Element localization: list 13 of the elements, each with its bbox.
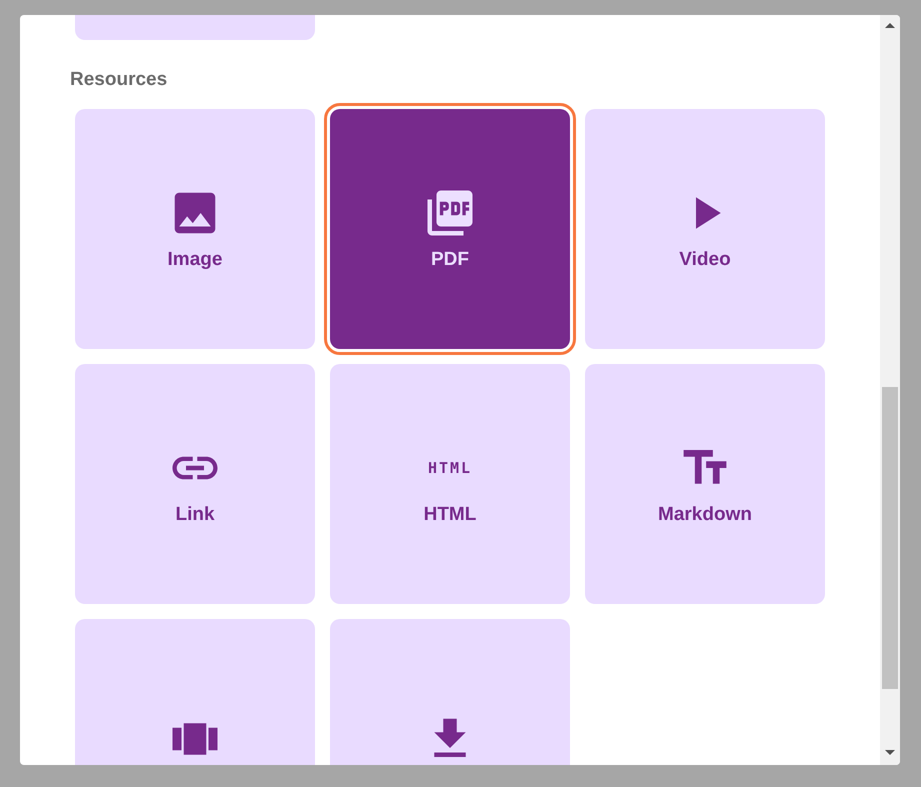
tile[interactable] (75, 15, 315, 40)
resource-tile[interactable]: Markdown (585, 364, 825, 604)
html-icon-text: HTML (428, 460, 472, 476)
scroll-up-icon[interactable] (885, 23, 895, 28)
scroll-down-icon[interactable] (885, 750, 895, 755)
resource-tile[interactable]: Video (585, 109, 825, 349)
scrollbar[interactable] (880, 15, 900, 765)
resource-tile[interactable]: HTML HTML (330, 364, 570, 604)
resource-tile[interactable]: Link (75, 364, 315, 604)
section-title: Resources (70, 68, 168, 92)
resource-tile[interactable]: PDF (330, 109, 570, 349)
scrollbar-thumb[interactable] (882, 387, 898, 689)
resource-tile[interactable]: Image (75, 109, 315, 349)
